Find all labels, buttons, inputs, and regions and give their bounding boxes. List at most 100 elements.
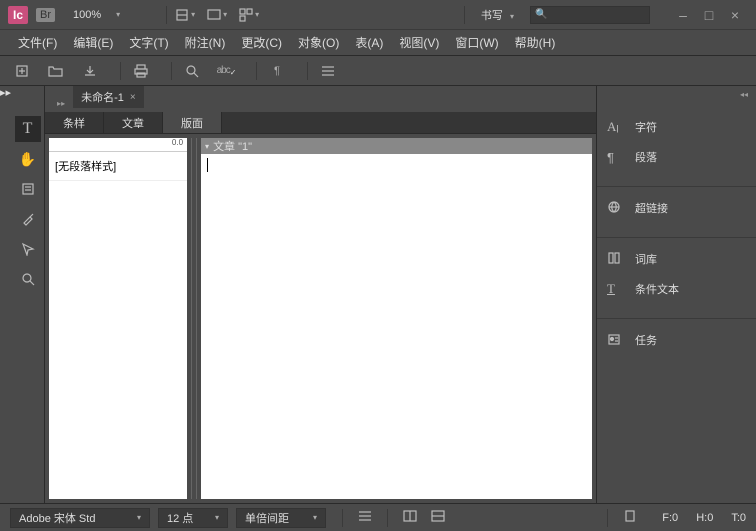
chevron-down-icon: ▾ [116,10,120,19]
type-tool[interactable]: T [15,116,41,142]
h-stat: H:0 [696,512,713,524]
menu-object[interactable]: 对象(O) [290,30,347,55]
find-icon[interactable] [180,59,204,83]
right-panel-dock: ◂◂ A|字符 ¶段落 超链接 词库 T 条件文本 任务 [596,86,756,503]
view-options-icon[interactable]: ▾ [175,6,195,24]
hyperlink-icon [607,200,625,217]
document-tab[interactable]: 未命名-1 × [73,86,144,108]
close-button[interactable]: × [722,5,748,25]
menu-window[interactable]: 窗口(W) [447,30,506,55]
separator [607,509,608,527]
panel-paragraph[interactable]: ¶段落 [597,142,756,172]
pilcrow-icon[interactable]: ¶ [265,59,289,83]
article-header[interactable]: ▾ 文章 "1" [201,138,592,154]
panel-label: 任务 [635,332,657,348]
page-nav-icon[interactable] [620,509,640,526]
menu-text[interactable]: 文字(T) [121,30,176,55]
title-bar: Ic Br 100% ▾ ▾ ▾ ▾ 书写 ▾ 🔍 – □ × [0,0,756,30]
main-area: ▸▸ T ✋ ▸▸ 未命名-1 × 条样 文章 版面 0.0 [无段落样式] [0,86,756,503]
article-title: 文章 "1" [213,138,252,154]
assignments-icon [607,332,625,349]
screen-mode-icon[interactable]: ▾ [207,6,227,24]
menu-help[interactable]: 帮助(H) [507,30,564,55]
conditional-text-icon: T [607,281,625,297]
chevron-down-icon: ▾ [510,12,514,21]
separator [166,6,167,24]
panel-label: 字符 [635,119,657,135]
font-size-selector[interactable]: 12 点▾ [158,508,228,528]
menu-notes[interactable]: 附注(N) [177,30,234,55]
tab-story[interactable]: 文章 [104,112,163,133]
f-stat: F:0 [662,512,678,524]
line-spacing-selector[interactable]: 单倍间距▾ [236,508,326,528]
document-panel: ▾ 文章 "1" [201,138,592,499]
style-item[interactable]: [无段落样式] [49,152,187,181]
expand-left-icon[interactable]: ▸▸ [0,86,11,503]
open-icon[interactable] [44,59,68,83]
panel-label: 词库 [635,251,657,267]
print-icon[interactable] [129,59,153,83]
font-selector[interactable]: Adobe 宋体 Std▾ [10,508,150,528]
workspace-mode-selector[interactable]: 书写 ▾ [473,5,522,25]
panel-thesaurus[interactable]: 词库 [597,244,756,274]
separator [597,318,756,319]
view-mode-tabs: 条样 文章 版面 [45,112,596,134]
separator [120,62,121,80]
menu-table[interactable]: 表(A) [347,30,391,55]
content-area: 0.0 [无段落样式] ▾ 文章 "1" [45,134,596,503]
zoom-tool[interactable] [15,266,41,292]
menu-file[interactable]: 文件(F) [10,30,65,55]
bridge-badge[interactable]: Br [36,8,55,22]
panel-label: 条件文本 [635,281,679,297]
menu-changes[interactable]: 更改(C) [233,30,290,55]
expand-icon[interactable]: ▸▸ [57,99,65,108]
separator [387,509,388,527]
maximize-button[interactable]: □ [696,5,722,25]
t-stat: T:0 [731,512,746,524]
arrange-icon[interactable]: ▾ [239,6,259,24]
separator [464,6,465,24]
eyedropper-tool[interactable] [15,206,41,232]
horizontal-view-icon[interactable] [400,510,420,525]
new-icon[interactable] [10,59,34,83]
separator [171,62,172,80]
panel-assignments[interactable]: 任务 [597,325,756,355]
position-tool[interactable] [15,236,41,262]
disclosure-triangle-icon: ▾ [205,142,209,151]
save-icon[interactable] [78,59,102,83]
status-bar: Adobe 宋体 Std▾ 12 点▾ 单倍间距▾ F:0 H:0 T:0 [0,503,756,531]
spellcheck-icon[interactable]: abc✓ [214,59,238,83]
text-editor[interactable] [201,154,592,499]
mode-label: 书写 [481,10,503,22]
separator [597,186,756,187]
close-tab-icon[interactable]: × [130,92,136,103]
zoom-value: 100% [73,9,101,21]
menu-lines-icon[interactable] [316,59,340,83]
search-icon: 🔍 [535,9,547,20]
splitter[interactable] [191,138,197,499]
document-tabs: ▸▸ 未命名-1 × [45,86,596,108]
tab-galley[interactable]: 条样 [45,112,104,133]
panel-conditional-text[interactable]: T 条件文本 [597,274,756,304]
spacing-label: 单倍间距 [245,510,289,526]
panel-hyperlinks[interactable]: 超链接 [597,193,756,223]
separator [342,509,343,527]
tab-label: 未命名-1 [81,89,124,105]
note-tool[interactable] [15,176,41,202]
vertical-view-icon[interactable] [428,510,448,525]
toolbar: abc✓ ¶ [0,56,756,86]
font-size: 12 点 [167,510,193,526]
zoom-selector[interactable]: 100% ▾ [65,7,143,23]
panel-character[interactable]: A|字符 [597,112,756,142]
menu-bar: 文件(F) 编辑(E) 文字(T) 附注(N) 更改(C) 对象(O) 表(A)… [0,30,756,56]
collapse-right-icon[interactable]: ◂◂ [740,90,748,99]
minimize-button[interactable]: – [670,5,696,25]
menu-edit[interactable]: 编辑(E) [65,30,121,55]
ruler: 0.0 [49,138,187,152]
tool-palette: T ✋ [11,86,45,503]
search-input[interactable]: 🔍 [530,6,650,24]
stats-lines-icon[interactable] [355,509,375,526]
menu-view[interactable]: 视图(V) [391,30,447,55]
hand-tool[interactable]: ✋ [15,146,41,172]
tab-layout[interactable]: 版面 [163,112,222,133]
